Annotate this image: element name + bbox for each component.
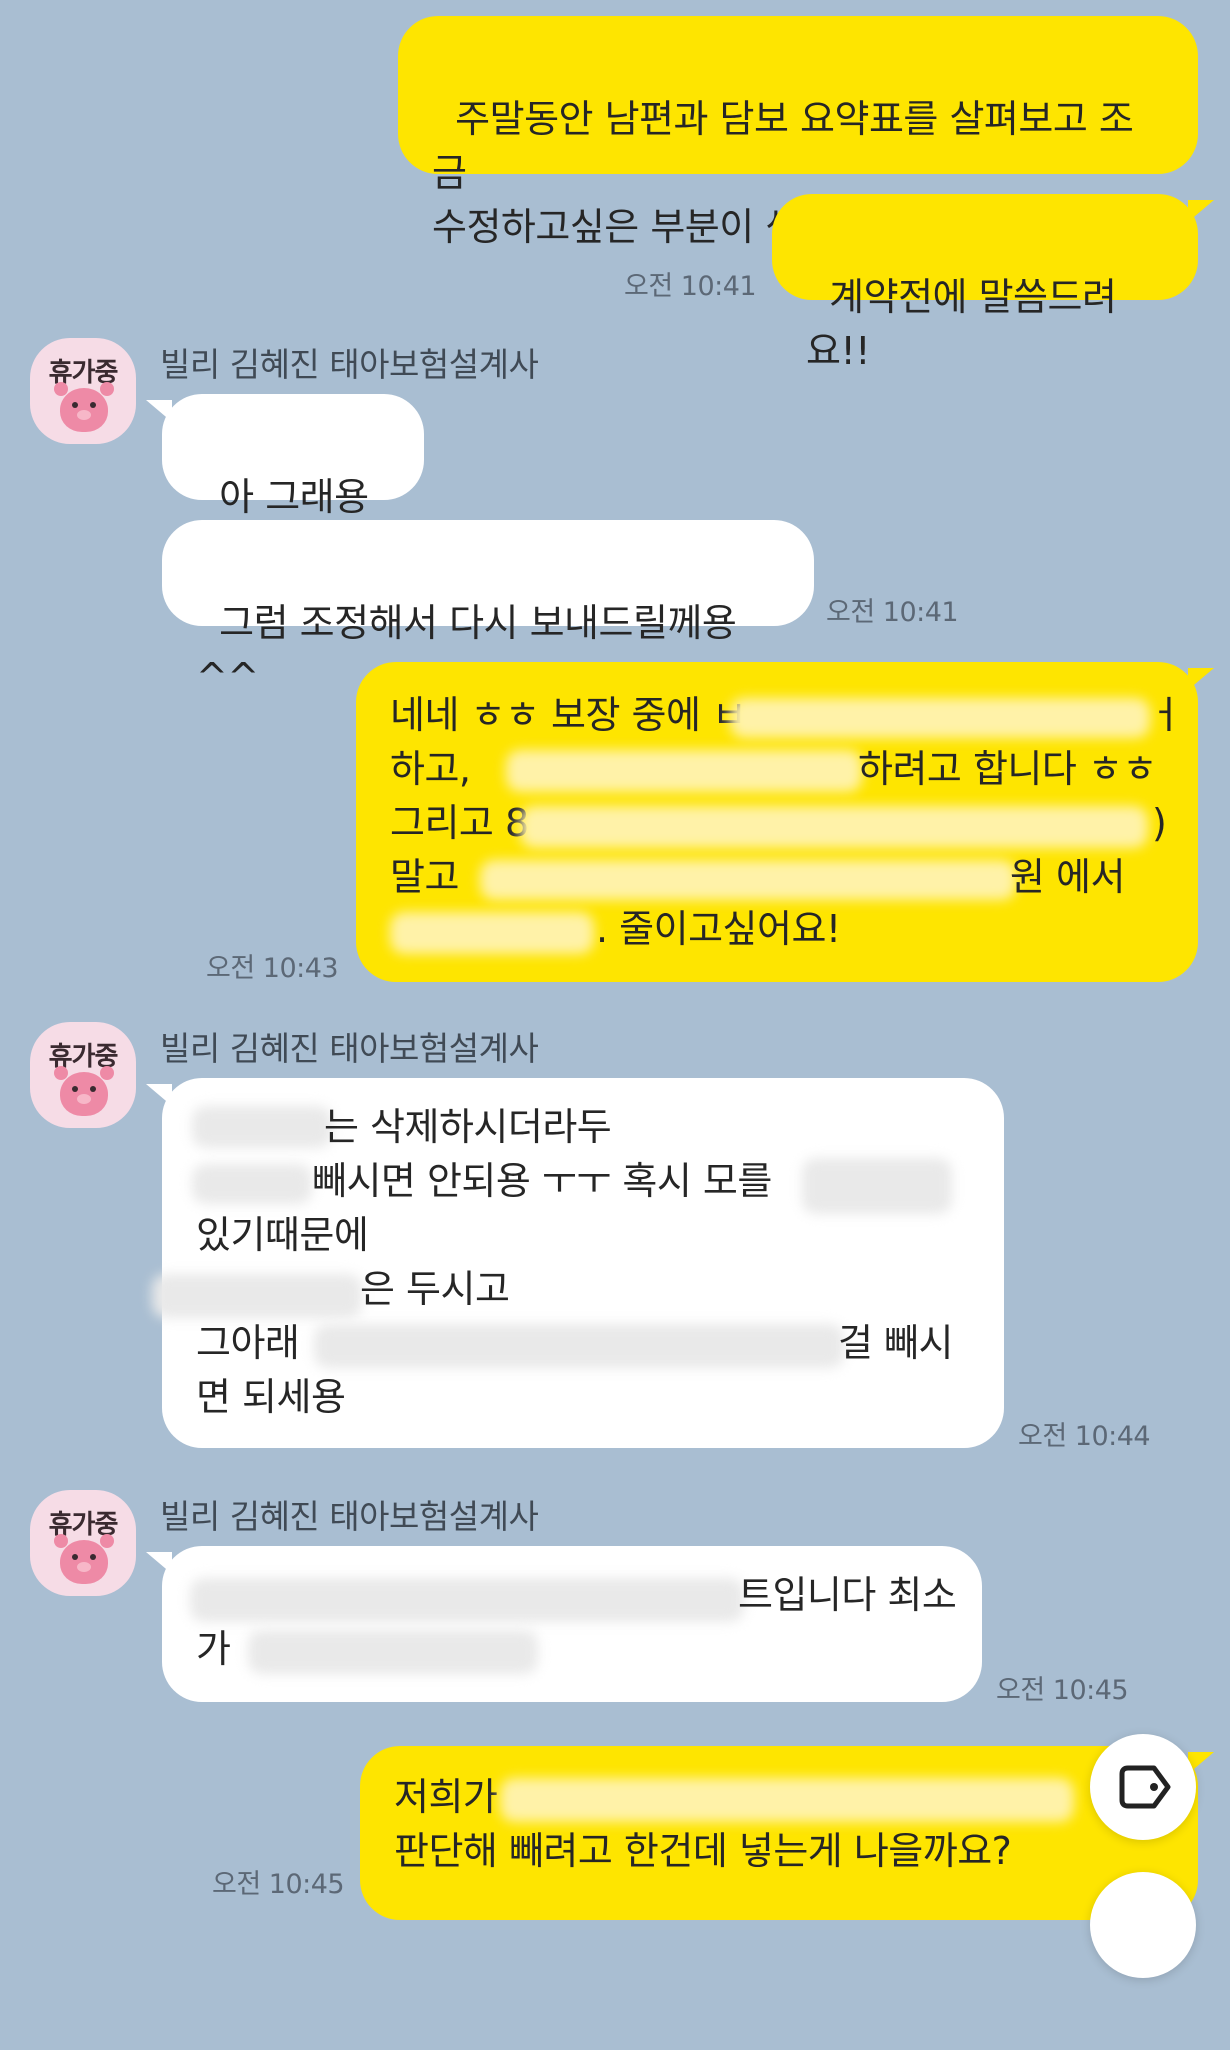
sender-name: 빌리 김혜진 태아보험설계사 <box>160 1497 539 1536</box>
message-text-fragment: 하고, <box>390 747 483 791</box>
message-text-fragment: ㅓ <box>1148 693 1183 737</box>
message-text-fragment: 은 두시고 <box>360 1267 510 1311</box>
message-text-fragment: ) <box>1152 801 1167 845</box>
message-text-fragment: 가 <box>196 1627 243 1671</box>
my-message-bubble[interactable]: 계약전에 말씀드려요!! <box>772 194 1198 373</box>
message-time: 오전 10:44 <box>1018 1421 1151 1452</box>
their-message-bubble[interactable]: 트입니다 최소 가 <box>162 1546 982 1702</box>
message-text-fragment: 그아래 <box>196 1321 311 1365</box>
message-text-fragment: 판단해 빼려고 한건데 넣는게 나을까요? <box>394 1829 1012 1873</box>
scroll-button[interactable] <box>1090 1872 1196 1978</box>
redacted-area <box>248 1630 538 1674</box>
sender-name: 빌리 김혜진 태아보험설계사 <box>160 1029 539 1068</box>
sender-name: 빌리 김혜진 태아보험설계사 <box>160 345 539 384</box>
avatar-nose <box>77 1094 91 1104</box>
redacted-area <box>506 750 862 792</box>
redacted-area <box>520 806 1148 848</box>
message-text-fragment: 하려고 합니다 ㅎㅎ <box>858 747 1157 791</box>
avatar-ear <box>100 382 114 396</box>
message-text-fragment: 빼시면 안되용 ㅜㅜ 혹시 모를 <box>312 1159 784 1203</box>
redacted-area <box>390 912 594 954</box>
bear-icon <box>60 1072 108 1116</box>
redacted-area <box>192 1164 312 1204</box>
avatar-eye <box>90 1554 96 1560</box>
avatar-nose <box>77 1562 91 1572</box>
message-time: 오전 10:45 <box>212 1869 345 1900</box>
message-text: 계약전에 말씀드려요!! <box>806 275 1117 373</box>
message-text-fragment: 걸 빼시 <box>838 1321 953 1365</box>
avatar-eye <box>72 402 78 408</box>
redacted-area <box>192 1106 332 1148</box>
message-text-fragment: . 줄이고싶어요! <box>596 907 841 951</box>
message-text-fragment: 면 되세용 <box>196 1375 346 1419</box>
redacted-area <box>500 1778 1074 1822</box>
redacted-area <box>480 860 1016 900</box>
bubble-tail <box>1188 200 1214 222</box>
avatar-ear <box>100 1066 114 1080</box>
avatar-eye <box>72 1086 78 1092</box>
avatar-status-badge: 휴가중 <box>48 1510 119 1540</box>
message-text-fragment: 네네 ㅎㅎ 보장 중에 ㅂ <box>390 693 747 737</box>
avatar-eye <box>90 1086 96 1092</box>
their-message-bubble[interactable]: 는 삭제하시더라두 빼시면 안되용 ㅜㅜ 혹시 모를 있기때문에 은 두시고 그… <box>152 1078 1004 1448</box>
message-text-fragment: 그리고 8 <box>390 801 529 845</box>
message-text-fragment: 는 삭제하시더라두 <box>324 1105 612 1149</box>
my-message-bubble[interactable]: 주말동안 남편과 담보 요약표를 살펴보고 조금 수정하고싶은 부분이 생겨서 <box>398 16 1198 249</box>
avatar[interactable]: 휴가중 <box>30 1490 136 1596</box>
tag-button[interactable] <box>1090 1734 1196 1840</box>
their-message-bubble[interactable]: 아 그래용~? <box>162 394 424 573</box>
message-text-fragment: 원 에서 <box>1010 855 1125 899</box>
message-text-fragment: 있기때문에 <box>196 1213 369 1257</box>
message-time: 오전 10:45 <box>996 1675 1129 1706</box>
avatar-status-badge: 휴가중 <box>48 358 119 388</box>
avatar-ear <box>100 1534 114 1548</box>
avatar-eye <box>72 1554 78 1560</box>
redacted-area <box>152 1274 362 1318</box>
message-text-fragment: 말고 <box>390 855 471 899</box>
message-text-fragment: 트입니다 최소 <box>738 1573 957 1617</box>
message-time: 오전 10:43 <box>206 953 339 984</box>
message-time: 오전 10:41 <box>624 271 757 302</box>
my-message-bubble[interactable]: 저희가 판단해 빼려고 한건데 넣는게 나을까요? <box>360 1746 1198 1920</box>
redacted-area <box>190 1578 744 1622</box>
message-text-fragment: 저희가 <box>394 1775 509 1819</box>
redacted-area <box>802 1158 952 1214</box>
avatar-status-badge: 휴가중 <box>48 1042 119 1072</box>
avatar[interactable]: 휴가중 <box>30 1022 136 1128</box>
redacted-area <box>730 698 1150 738</box>
message-time: 오전 10:41 <box>826 597 959 628</box>
my-message-bubble[interactable]: 네네 ㅎㅎ 보장 중에 ㅂ ㅓ 하고, 하려고 합니다 ㅎㅎ 그리고 8 ) 말… <box>356 662 1198 982</box>
avatar[interactable]: 휴가중 <box>30 338 136 444</box>
bear-icon <box>60 1540 108 1584</box>
redacted-area <box>314 1324 844 1368</box>
avatar-eye <box>90 402 96 408</box>
bear-icon <box>60 388 108 432</box>
avatar-nose <box>77 410 91 420</box>
tag-icon <box>1119 1765 1171 1809</box>
their-message-bubble[interactable]: 그럼 조정해서 다시 보내드릴께용^^ <box>162 520 814 699</box>
